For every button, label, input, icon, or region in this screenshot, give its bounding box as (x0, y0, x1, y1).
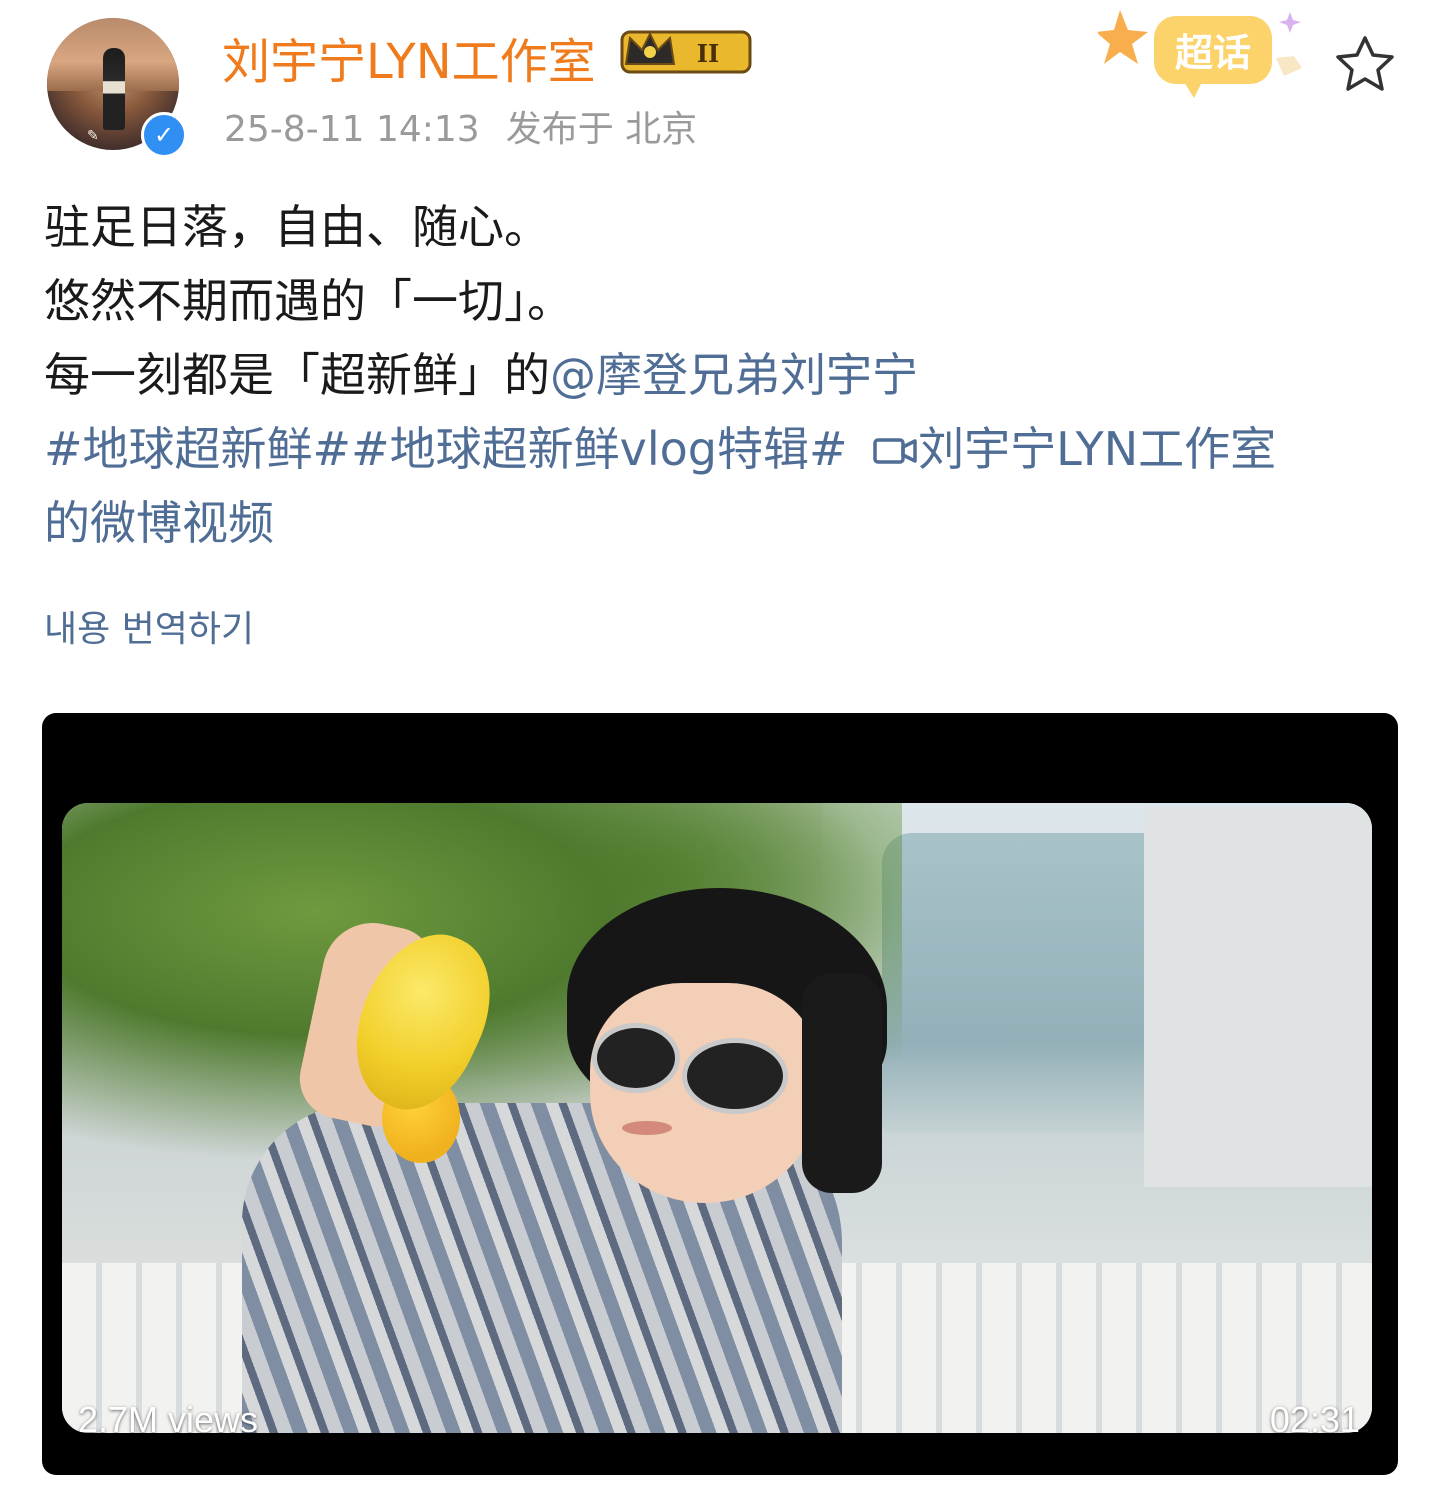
translate-button[interactable]: 내용 번역하기 (44, 600, 254, 652)
post-content: 驻足日落，自由、随心。 悠然不期而遇的「一切」。 每一刻都是「超新鲜」的@摩登兄… (44, 190, 1404, 560)
post-date: 25-8-11 14:13 (224, 109, 480, 150)
video-player[interactable]: 2.7M views 02:31 (42, 713, 1398, 1475)
content-line-2: 悠然不期而遇的「一切」。 (44, 274, 573, 328)
content-line-3: 每一刻都是「超新鲜」的@摩登兄弟刘宇宁 (44, 338, 1404, 412)
video-link-continued[interactable]: 的微博视频 (44, 496, 274, 550)
hashtag-link-1[interactable]: #地球超新鲜# (44, 422, 351, 476)
thumbnail-sign (1144, 807, 1372, 1187)
content-line-4: #地球超新鲜##地球超新鲜vlog特辑# 刘宇宁LYN工作室 (44, 412, 1404, 486)
content-line-5: 的微博视频 (44, 486, 1404, 560)
post-header: ✎ ✓ 刘宇宁LYN工作室 II 25-8-11 14:13 发布于 北京 超话 (0, 0, 1440, 170)
star-outline-icon[interactable] (1334, 34, 1396, 92)
username[interactable]: 刘宇宁LYN工作室 (222, 22, 596, 92)
post-meta: 25-8-11 14:13 发布于 北京 (224, 100, 723, 152)
thumbnail-hair-side (802, 973, 882, 1193)
supertopic-label: 超话 (1175, 31, 1251, 75)
video-thumbnail[interactable] (62, 803, 1372, 1433)
verified-check-icon: ✓ (141, 112, 187, 158)
thumbnail-sunglasses-left (592, 1023, 680, 1093)
thumbnail-sunglasses-right (682, 1038, 788, 1114)
video-duration: 02:31 (1269, 1399, 1360, 1440)
crown-level-badge-icon[interactable]: II (620, 26, 756, 78)
content-line-3-text: 每一刻都是「超新鲜」的 (44, 348, 550, 402)
hashtag-link-2[interactable]: #地球超新鲜vlog特辑# (351, 422, 847, 476)
supertopic-badge-icon[interactable]: 超话 (1098, 2, 1318, 102)
content-line-1: 驻足日落，自由、随心。 (44, 200, 550, 254)
post-location: 发布于 北京 (505, 109, 698, 150)
video-views: 2.7M views (78, 1399, 259, 1440)
video-link[interactable]: 刘宇宁LYN工作室 (918, 422, 1276, 476)
level-badge-text: II (697, 39, 719, 68)
thumbnail-mouth (622, 1121, 672, 1135)
mention-link[interactable]: @摩登兄弟刘宇宁 (550, 348, 918, 402)
avatar-figure (103, 48, 125, 130)
video-camera-icon (873, 438, 917, 464)
avatar-signature-graphic: ✎ (87, 128, 99, 144)
